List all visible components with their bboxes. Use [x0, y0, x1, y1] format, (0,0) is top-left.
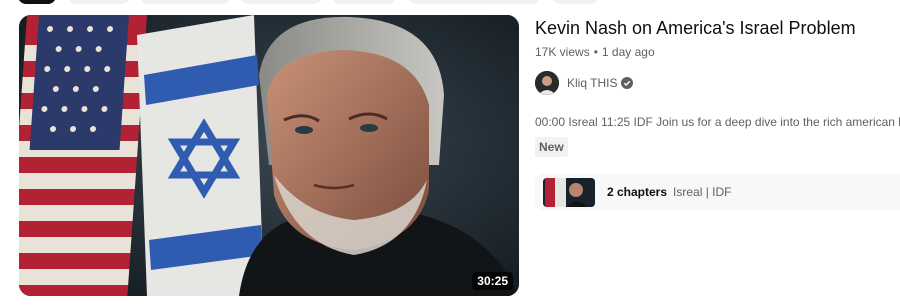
video-thumbnail[interactable]: 30:25 [19, 15, 519, 296]
channel-avatar[interactable] [535, 71, 559, 95]
upload-age: 1 day ago [601, 45, 655, 59]
chapter-thumbnail [543, 177, 595, 207]
view-count: 17K views [535, 45, 590, 59]
video-details: Kevin Nash on America's Israel Problem 1… [535, 15, 900, 157]
video-duration: 30:25 [472, 272, 513, 290]
thumbnail-image [19, 15, 519, 296]
channel-name[interactable]: Kliq THIS [567, 76, 617, 90]
filter-chip[interactable] [332, 0, 396, 4]
separator-dot: • [593, 45, 598, 59]
verified-check-icon [621, 77, 634, 89]
filter-chip-row [0, 0, 900, 4]
channel-link[interactable]: Kliq THIS [535, 71, 900, 95]
filter-chip[interactable] [140, 0, 230, 4]
video-metadata: 17K views • 1 day ago [535, 43, 900, 61]
video-title[interactable]: Kevin Nash on America's Israel Problem [535, 15, 900, 41]
filter-chip[interactable] [18, 0, 56, 4]
new-badge: New [535, 137, 568, 157]
chapters-list: Isreal | IDF [673, 185, 732, 199]
filter-chip[interactable] [68, 0, 130, 4]
video-description: 00:00 Isreal 11:25 IDF Join us for a dee… [535, 115, 900, 129]
chapters-count: 2 chapters [607, 185, 668, 199]
filter-chip[interactable] [408, 0, 540, 4]
chapters-panel[interactable]: 2 chapters Isreal | IDF [535, 174, 900, 210]
filter-chip[interactable] [552, 0, 598, 4]
filter-chip[interactable] [240, 0, 322, 4]
